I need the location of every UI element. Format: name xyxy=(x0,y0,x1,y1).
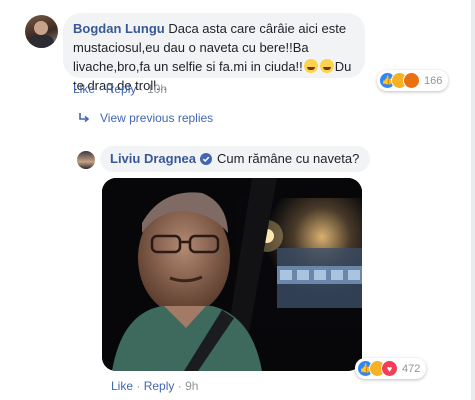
reply-author[interactable]: Liviu Dragnea xyxy=(110,151,196,166)
reply-arrow-icon xyxy=(79,113,90,123)
reply-reply-link[interactable]: Reply xyxy=(144,379,175,393)
verified-badge-icon xyxy=(199,152,212,165)
avatar-liviu[interactable] xyxy=(77,151,95,169)
reply-actions: Like · Reply · 9h xyxy=(111,379,199,393)
selfie-image xyxy=(102,178,362,371)
reply-like-link[interactable]: Like xyxy=(111,379,133,393)
view-previous-label[interactable]: View previous replies xyxy=(100,111,213,125)
laughing-emoji-icon xyxy=(303,59,318,73)
comment-author[interactable]: Bogdan Lungu xyxy=(73,21,165,36)
like-link[interactable]: Like xyxy=(73,82,95,96)
comment-time[interactable]: 10h xyxy=(147,82,167,96)
avatar-bogdan[interactable] xyxy=(25,15,58,48)
reaction-summary[interactable]: 👍 166 xyxy=(377,70,449,91)
selfie-photo[interactable] xyxy=(102,178,362,371)
reply-text: Cum rămâne cu naveta? xyxy=(216,151,360,166)
reaction-count: 166 xyxy=(424,74,443,87)
scrollbar-track[interactable] xyxy=(471,0,475,400)
view-previous-replies[interactable]: View previous replies xyxy=(78,111,213,125)
laughing-emoji-icon xyxy=(319,59,334,73)
reply-time[interactable]: 9h xyxy=(185,379,198,393)
reply-link[interactable]: Reply xyxy=(106,82,137,96)
reply-reaction-count: 472 xyxy=(402,362,421,375)
angry-reaction-icon xyxy=(403,72,420,89)
comment-actions: Like · Reply · 10h xyxy=(73,82,168,96)
comment-bubble: Bogdan Lungu Daca asta care cârâie aici … xyxy=(63,13,365,93)
love-reaction-icon: ♥ xyxy=(381,360,398,377)
reply-reaction-summary[interactable]: 👍 ♥ 472 xyxy=(355,358,427,379)
reply-bubble: Liviu Dragnea Cum rămâne cu naveta? xyxy=(100,146,370,172)
